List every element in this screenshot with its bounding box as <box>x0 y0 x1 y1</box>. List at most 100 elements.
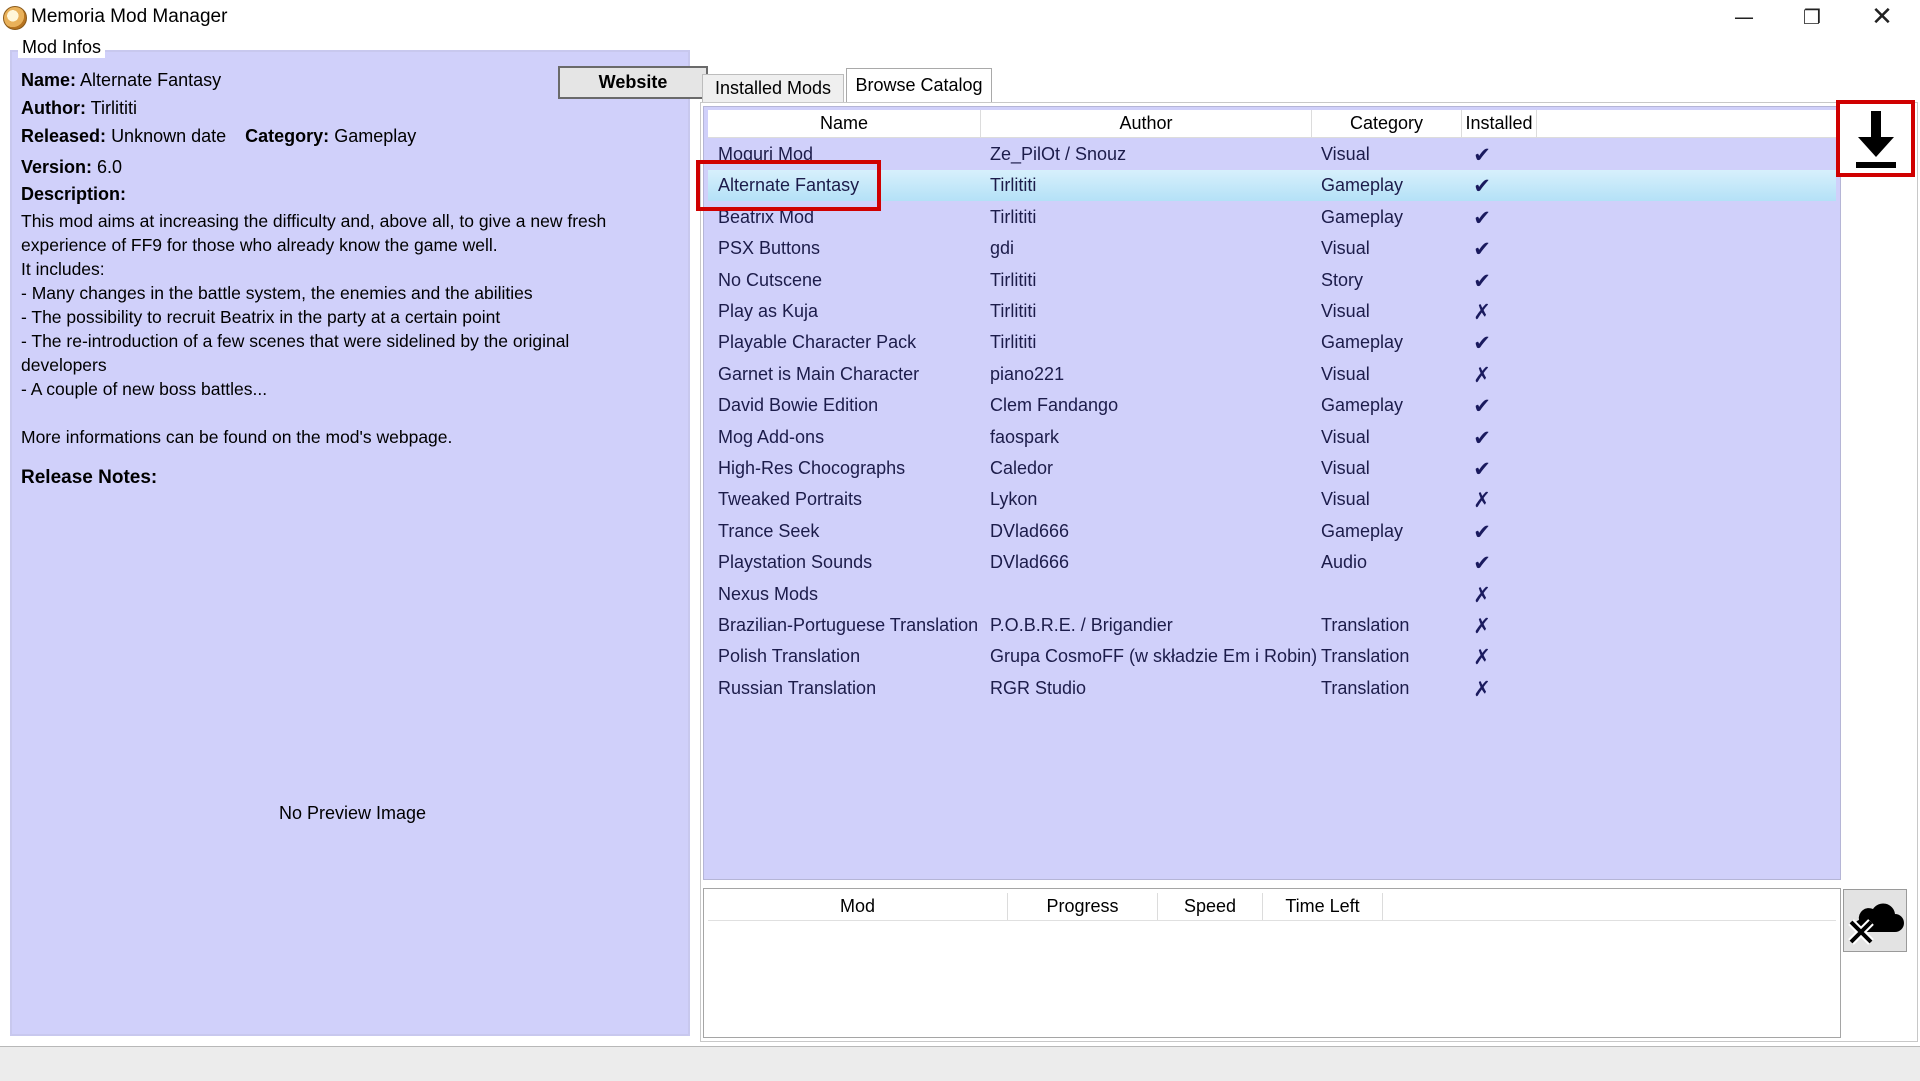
author-label: Author: <box>21 98 86 118</box>
download-arrow-icon <box>1855 110 1896 168</box>
installed-status-icon: ✔ <box>1473 330 1491 355</box>
released-label: Released: <box>21 126 107 146</box>
catalog-header: Name Author Category Installed <box>708 110 1836 138</box>
mod-author-cell: Grupa CosmoFF (w składzie Em i Robin) <box>990 646 1318 666</box>
mod-author-cell: RGR Studio <box>990 678 1087 698</box>
installed-status-icon: ✔ <box>1473 268 1491 293</box>
table-row[interactable]: Nexus Mods ✗ <box>708 579 1836 610</box>
title-bar: Memoria Mod Manager — ❐ ✕ <box>0 0 1920 34</box>
table-row[interactable]: David Bowie Edition Clem Fandango Gameplay… <box>708 390 1836 421</box>
table-row[interactable]: Tweaked Portraits Lykon Visual ✗ <box>708 484 1836 515</box>
mod-category-cell: Visual <box>1321 238 1370 258</box>
table-row[interactable]: Garnet is Main Character piano221 Visual ✗ <box>708 359 1836 390</box>
app-icon <box>3 6 27 30</box>
mod-category-cell: Gameplay <box>1321 521 1404 541</box>
table-row[interactable]: Mog Add-ons faospark Visual ✔ <box>708 422 1836 453</box>
tab-browse-catalog[interactable]: Browse Catalog <box>846 68 992 102</box>
table-row[interactable]: No Cutscene Tirlititi Story ✔ <box>708 265 1836 296</box>
author-value: Tirlititi <box>90 98 137 118</box>
cancel-download-button[interactable] <box>1843 889 1907 952</box>
mod-category-cell: Gameplay <box>1321 175 1404 195</box>
mod-author-cell: Tirlititi <box>990 270 1037 290</box>
status-bar <box>0 1046 1920 1081</box>
tab-installed-mods[interactable]: Installed Mods <box>702 74 844 102</box>
mod-name-cell: Play as Kuja <box>718 301 819 321</box>
mod-author-cell: Tirlititi <box>990 332 1037 352</box>
name-label: Name: <box>21 70 77 90</box>
column-header-category[interactable]: Category <box>1312 110 1462 137</box>
cancel-download-cloud-icon <box>1848 902 1904 945</box>
mod-name-cell: Garnet is Main Character <box>718 364 920 384</box>
mod-category-cell: Visual <box>1321 144 1370 164</box>
installed-status-icon: ✗ <box>1473 362 1491 387</box>
mod-category-cell: Audio <box>1321 552 1368 572</box>
mod-category-cell: Gameplay <box>1321 395 1404 415</box>
table-row[interactable]: Playable Character Pack Tirlititi Gameplay… <box>708 327 1836 358</box>
release-notes-label: Release Notes: <box>21 467 158 488</box>
column-header-installed[interactable]: Installed <box>1462 110 1537 137</box>
mod-category-cell: Gameplay <box>1321 332 1404 352</box>
table-row[interactable]: Russian Translation RGR Studio Translation… <box>708 673 1836 704</box>
mod-name-cell: PSX Buttons <box>718 238 821 258</box>
table-row[interactable]: Play as Kuja Tirlititi Visual ✗ <box>708 296 1836 327</box>
queue-header-progress[interactable]: Progress <box>1008 893 1158 920</box>
installed-status-icon: ✔ <box>1473 142 1491 167</box>
installed-status-icon: ✗ <box>1473 299 1491 324</box>
website-button[interactable]: Website <box>558 66 708 99</box>
mod-category-cell: Visual <box>1321 427 1370 447</box>
mod-author-cell: Tirlititi <box>990 175 1037 195</box>
restore-icon[interactable]: ❐ <box>1778 0 1846 34</box>
table-row[interactable]: Polish Translation Grupa CosmoFF (w skład… <box>708 641 1836 672</box>
mod-category-cell: Gameplay <box>1321 207 1404 227</box>
column-header-author[interactable]: Author <box>981 110 1312 137</box>
mod-name-cell: Trance Seek <box>718 521 820 541</box>
selection-highlight-box <box>696 160 881 211</box>
mod-author-line: Author: Tirlititi <box>21 98 137 119</box>
table-row[interactable]: PSX Buttons gdi Visual ✔ <box>708 233 1836 264</box>
installed-status-icon: ✔ <box>1473 456 1491 481</box>
mod-name-cell: Nexus Mods <box>718 584 819 604</box>
minimize-icon[interactable]: — <box>1710 0 1778 34</box>
mod-author-cell: gdi <box>990 238 1015 258</box>
preview-image-placeholder: No Preview Image <box>279 803 427 823</box>
queue-header-time-left[interactable]: Time Left <box>1263 893 1383 920</box>
table-row[interactable]: Playstation Sounds DVlad666 Audio ✔ <box>708 547 1836 578</box>
installed-status-icon: ✔ <box>1473 173 1491 198</box>
download-button[interactable] <box>1836 100 1915 177</box>
category-label: Category: <box>245 126 330 146</box>
installed-status-icon: ✔ <box>1473 205 1491 230</box>
mod-name-cell: Polish Translation <box>718 646 861 666</box>
installed-status-icon: ✔ <box>1473 550 1491 575</box>
mod-name-cell: Playable Character Pack <box>718 332 917 352</box>
installed-status-icon: ✗ <box>1473 582 1491 607</box>
mod-category-cell: Visual <box>1321 364 1370 384</box>
released-value: Unknown date <box>111 126 227 146</box>
mod-name-cell: High-Res Chocographs <box>718 458 906 478</box>
mod-name-cell: Playstation Sounds <box>718 552 873 572</box>
mod-name-cell: Russian Translation <box>718 678 877 698</box>
mod-released-line: Released: Unknown date Category: Gamepla… <box>21 126 416 147</box>
mod-author-cell: Tirlititi <box>990 207 1037 227</box>
installed-status-icon: ✔ <box>1473 425 1491 450</box>
mod-author-cell: Clem Fandango <box>990 395 1119 415</box>
installed-status-icon: ✔ <box>1473 236 1491 261</box>
mod-category-cell: Translation <box>1321 615 1410 635</box>
table-row[interactable]: Trance Seek DVlad666 Gameplay ✔ <box>708 516 1836 547</box>
mod-author-cell: Lykon <box>990 489 1038 509</box>
queue-header-speed[interactable]: Speed <box>1158 893 1263 920</box>
mod-name-cell: Tweaked Portraits <box>718 489 863 509</box>
queue-header-mod[interactable]: Mod <box>708 893 1008 920</box>
name-value: Alternate Fantasy <box>80 70 222 90</box>
column-header-name[interactable]: Name <box>708 110 981 137</box>
table-row[interactable]: Brazilian-Portuguese Translation P.O.B.R.… <box>708 610 1836 641</box>
mod-author-cell: Ze_PilOt / Snouz <box>990 144 1127 164</box>
mod-author-cell: P.O.B.R.E. / Brigandier <box>990 615 1173 635</box>
close-icon[interactable]: ✕ <box>1848 0 1916 34</box>
installed-status-icon: ✔ <box>1473 519 1491 544</box>
mod-category-cell: Translation <box>1321 646 1410 666</box>
description-text: This mod aims at increasing the difficul… <box>21 211 607 447</box>
queue-header: Mod Progress Speed Time Left <box>708 893 1836 921</box>
mod-author-cell: faospark <box>990 427 1060 447</box>
mod-category-cell: Translation <box>1321 678 1410 698</box>
table-row[interactable]: High-Res Chocographs Caledor Visual ✔ <box>708 453 1836 484</box>
